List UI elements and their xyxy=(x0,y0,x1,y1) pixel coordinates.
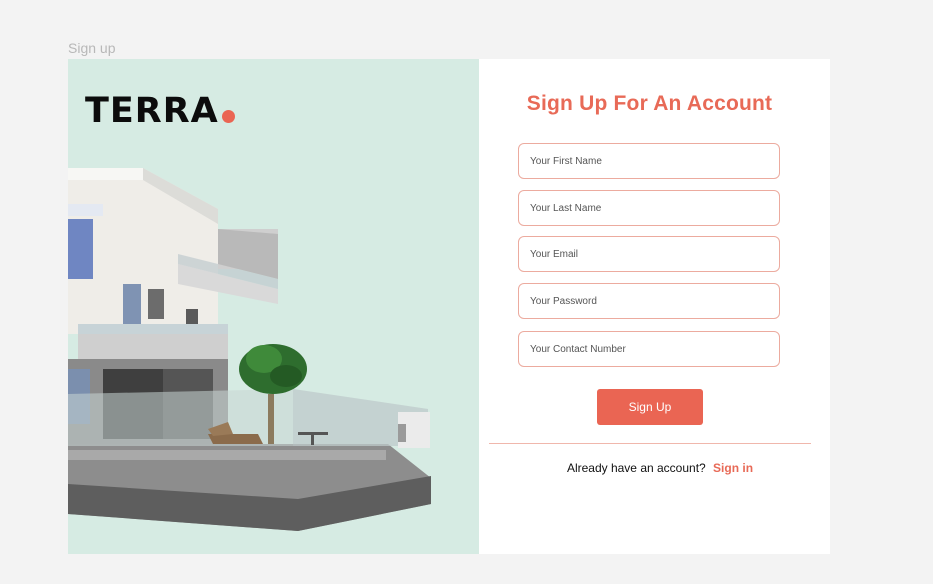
first-name-field[interactable] xyxy=(518,143,780,179)
sign-in-link[interactable]: Sign in xyxy=(713,461,753,475)
logo-dot-icon xyxy=(222,110,235,123)
email-field[interactable] xyxy=(518,236,780,272)
brand-panel: TERRA xyxy=(68,59,479,554)
divider xyxy=(489,443,811,444)
signup-card: TERRA Sign Up For An Account Your First … xyxy=(68,59,830,554)
form-title: Sign Up For An Account xyxy=(526,92,773,115)
signin-row: Already have an account? Sign in xyxy=(479,461,830,475)
house-illustration xyxy=(68,168,431,531)
sign-up-button[interactable]: Sign Up xyxy=(597,389,703,425)
last-name-field[interactable] xyxy=(518,190,780,226)
brand-logo: TERRA xyxy=(85,91,219,131)
signin-prompt: Already have an account? xyxy=(566,461,706,475)
frame-label: Sign up xyxy=(68,40,116,56)
contact-number-field[interactable] xyxy=(518,331,780,367)
form-panel: Sign Up For An Account Sign Up Already h… xyxy=(479,59,830,554)
password-field[interactable] xyxy=(518,283,780,319)
